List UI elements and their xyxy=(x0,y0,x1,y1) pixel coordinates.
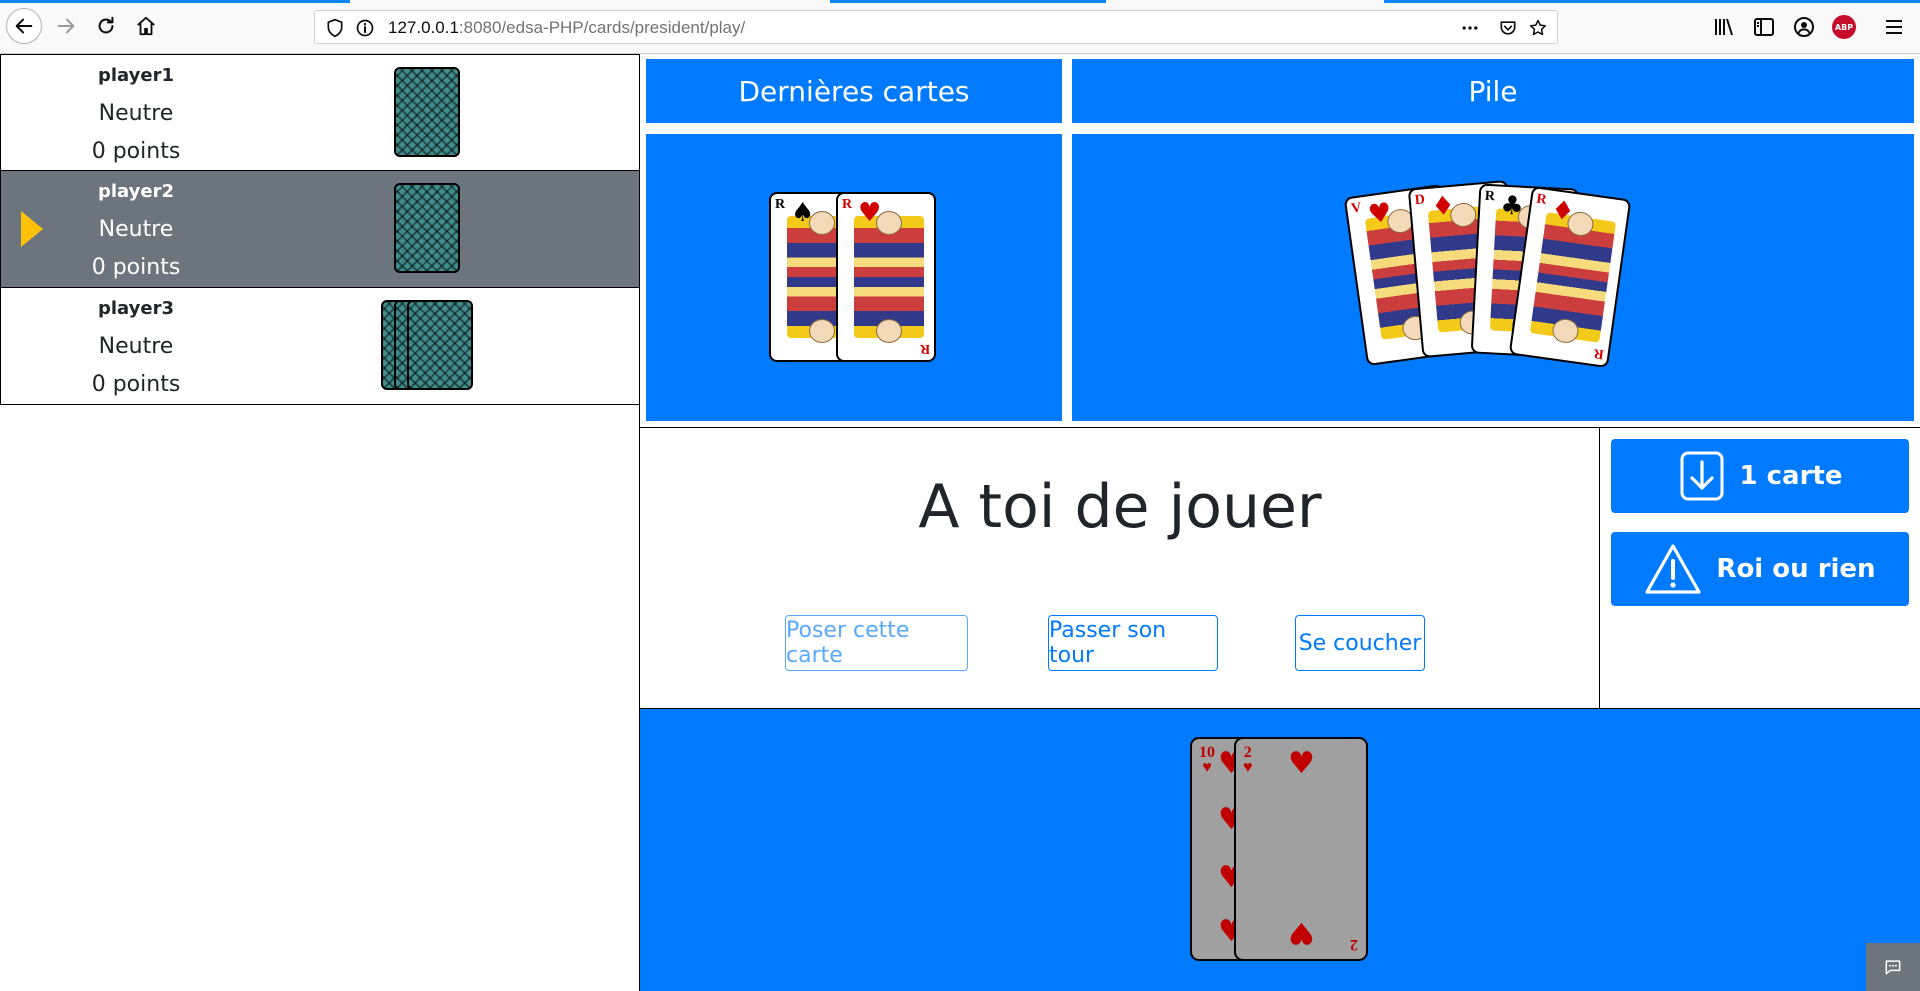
back-arrow-icon xyxy=(15,18,33,34)
game-page: player1 Neutre 0 points player2 Neutre 0… xyxy=(0,54,1920,991)
pile-panel: V ♥ V D ♦ D R ♣ R R ♦ R xyxy=(1072,134,1914,421)
diamond-icon: ♦ xyxy=(1430,190,1457,223)
card-rank: R xyxy=(1535,191,1548,208)
player-name: player3 xyxy=(98,298,174,319)
card-rank: R xyxy=(842,197,853,212)
players-panel: player1 Neutre 0 points player2 Neutre 0… xyxy=(0,54,640,991)
home-button[interactable] xyxy=(128,8,164,44)
adblock-plus-icon[interactable]: ABP xyxy=(1832,15,1856,39)
chat-button[interactable] xyxy=(1866,943,1920,991)
address-bar[interactable]: 127.0.0.1:8080/edsa-PHP/cards/president/… xyxy=(314,10,1558,44)
play-card-button[interactable]: Poser cette carte xyxy=(785,615,968,671)
fold-button[interactable]: Se coucher xyxy=(1295,615,1425,671)
diamond-icon: ♦ xyxy=(1549,194,1577,228)
spade-icon: ♠ xyxy=(791,198,815,228)
king-or-nothing-label: Roi ou rien xyxy=(1716,554,1876,584)
player-status: Neutre xyxy=(98,101,174,126)
heart-icon: ♥ xyxy=(1202,759,1212,776)
pocket-icon[interactable] xyxy=(1497,18,1519,38)
download-arrow-icon xyxy=(1680,451,1723,501)
card-back xyxy=(407,300,473,390)
player-row-1: player1 Neutre 0 points xyxy=(0,54,640,171)
special-actions-panel: 1 carte Roi ou rien xyxy=(1600,427,1920,709)
last-cards-header: Dernières cartes xyxy=(646,59,1062,123)
last-cards-panel: R ♠ R R ♥ R xyxy=(646,134,1062,421)
url-path: :8080/edsa-PHP/cards/president/play/ xyxy=(458,18,746,37)
draw-card-button[interactable]: 1 carte xyxy=(1611,439,1909,513)
turn-status-panel: A toi de jouer Poser cette carte Passer … xyxy=(640,427,1600,709)
card-face xyxy=(809,319,836,344)
tab-indicator xyxy=(0,0,350,3)
heart-pip-icon: ♥ xyxy=(1288,746,1315,781)
card-rank: 2 ♥ xyxy=(1243,745,1253,776)
more-actions-icon[interactable] xyxy=(1459,18,1481,38)
card-rank: R xyxy=(1592,345,1605,362)
chat-bubble-icon xyxy=(1885,960,1901,975)
heart-icon: ♥ xyxy=(1366,197,1394,231)
home-icon xyxy=(137,16,155,36)
king-or-nothing-button[interactable]: Roi ou rien xyxy=(1611,532,1909,606)
player-row-3: player3 Neutre 0 points xyxy=(0,288,640,405)
adblock-label: ABP xyxy=(1834,22,1854,32)
player-status: Neutre xyxy=(98,217,174,242)
heart-pip-icon: ♥ xyxy=(1288,915,1315,950)
info-icon[interactable] xyxy=(355,18,375,38)
bookmark-star-icon[interactable] xyxy=(1527,18,1549,38)
heart-icon: ♥ xyxy=(858,198,882,228)
player-hand: 10 ♥ ♥ ♥ ♥ ♥ 2 ♥ ♥ ♥ 2 xyxy=(640,709,1920,991)
browser-toolbar: 127.0.0.1:8080/edsa-PHP/cards/president/… xyxy=(0,0,1920,54)
heart-icon: ♥ xyxy=(1243,759,1253,776)
warning-icon xyxy=(1645,544,1702,594)
card-face xyxy=(876,319,903,344)
card-rank: 10 ♥ xyxy=(1199,745,1215,776)
last-card-2: R ♥ R xyxy=(836,192,936,362)
sidebar-icon[interactable] xyxy=(1752,15,1776,39)
card-rank: R xyxy=(775,197,786,212)
turn-message: A toi de jouer xyxy=(918,472,1322,542)
play-card-label: Poser cette carte xyxy=(786,618,910,668)
fold-label: Se coucher xyxy=(1298,630,1422,656)
pass-turn-button[interactable]: Passer son tour xyxy=(1048,615,1218,671)
menu-icon[interactable] xyxy=(1882,15,1906,39)
card-back xyxy=(394,67,460,157)
card-rank: 2 xyxy=(1350,936,1358,953)
card-back xyxy=(394,183,460,273)
url-host: 127.0.0.1 xyxy=(388,18,459,37)
player-name: player2 xyxy=(98,181,174,202)
url-text[interactable]: 127.0.0.1:8080/edsa-PHP/cards/president/… xyxy=(388,18,745,38)
draw-card-label: 1 carte xyxy=(1739,461,1843,491)
tab-indicator xyxy=(1384,0,1920,3)
back-button[interactable] xyxy=(6,8,42,44)
club-icon: ♣ xyxy=(1499,190,1525,222)
last-cards-title: Dernières cartes xyxy=(738,74,970,108)
pile-title: Pile xyxy=(1468,74,1518,108)
player-row-2: player2 Neutre 0 points xyxy=(0,171,640,288)
card-rank: V xyxy=(1350,200,1363,217)
forward-button[interactable] xyxy=(48,8,84,44)
hand-card-2-hearts[interactable]: 2 ♥ ♥ ♥ 2 xyxy=(1234,737,1368,961)
tab-indicator xyxy=(830,0,1106,3)
player-name: player1 xyxy=(98,65,174,86)
shield-icon[interactable] xyxy=(325,18,345,38)
reload-icon xyxy=(98,16,114,34)
card-rank: R xyxy=(1484,188,1496,205)
card-rank: D xyxy=(1414,192,1426,209)
pass-turn-label: Passer son tour xyxy=(1049,618,1167,668)
card-rank: R xyxy=(919,341,930,356)
player-points: 0 points xyxy=(91,255,181,280)
forward-arrow-icon xyxy=(57,18,75,34)
player-points: 0 points xyxy=(91,139,181,164)
player-points: 0 points xyxy=(91,372,181,397)
player-status: Neutre xyxy=(98,334,174,359)
library-icon[interactable] xyxy=(1712,15,1736,39)
account-icon[interactable] xyxy=(1792,15,1816,39)
pile-header: Pile xyxy=(1072,59,1914,123)
reload-button[interactable] xyxy=(88,8,124,44)
